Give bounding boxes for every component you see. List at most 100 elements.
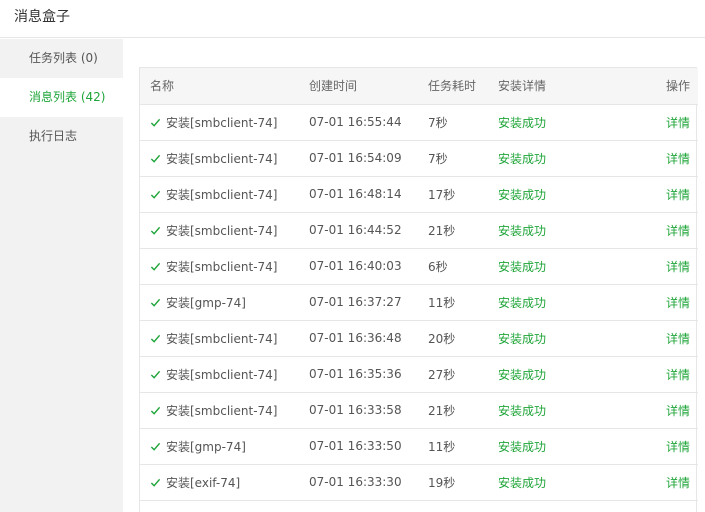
detail-link[interactable]: 详情	[666, 440, 690, 454]
task-name: 安装[smbclient-74]	[166, 403, 278, 418]
table-row: 安装[exif-74] 07-01 16:33:30 19秒 安装成功 详情	[140, 464, 698, 501]
task-duration: 21秒	[428, 392, 498, 429]
sidebar-item-message-list[interactable]: 消息列表 (42)	[0, 78, 123, 117]
detail-link[interactable]: 详情	[666, 404, 690, 418]
row-name-cell: 安装[smbclient-74]	[140, 356, 309, 393]
created-time: 07-01 16:37:27	[309, 284, 428, 321]
check-icon	[150, 478, 161, 487]
check-icon	[150, 226, 161, 235]
created-time: 07-01 16:40:03	[309, 248, 428, 285]
detail-link[interactable]: 详情	[666, 332, 690, 346]
created-time: 07-01 16:36:48	[309, 320, 428, 357]
task-duration: 19秒	[428, 464, 498, 501]
row-action-cell: 详情	[618, 320, 698, 357]
check-icon	[150, 298, 161, 307]
task-name: 安装[gmp-74]	[166, 439, 246, 454]
check-icon	[150, 154, 161, 163]
row-action-cell: 详情	[618, 356, 698, 393]
task-duration: 7秒	[428, 140, 498, 177]
table-header-row: 名称 创建时间 任务耗时 安装详情 操作	[140, 68, 698, 105]
task-duration: 11秒	[428, 428, 498, 465]
table-row: 安装[smbclient-74] 07-01 16:48:14 17秒 安装成功 详情	[140, 176, 698, 213]
install-status: 安装成功	[498, 356, 618, 393]
column-header-action: 操作	[618, 68, 698, 105]
column-header-detail: 安装详情	[498, 68, 618, 105]
detail-link[interactable]: 详情	[666, 188, 690, 202]
task-duration: 21秒	[428, 212, 498, 249]
check-icon	[150, 370, 161, 379]
sidebar: 任务列表 (0) 消息列表 (42) 执行日志	[0, 39, 123, 512]
table-row: 安装[smbclient-74] 07-01 16:33:58 21秒 安装成功 详情	[140, 392, 698, 429]
row-name-cell: 安装[smbclient-74]	[140, 248, 309, 285]
row-name-cell: 安装[smbclient-74]	[140, 392, 309, 429]
install-status: 安装成功	[498, 428, 618, 465]
table-row: 安装[smbclient-74] 07-01 16:44:52 21秒 安装成功 详情	[140, 212, 698, 249]
message-table-container: 名称 创建时间 任务耗时 安装详情 操作 安装[smbclient-74] 07-…	[139, 67, 698, 512]
row-name-cell: 安装[smbclient-74]	[140, 212, 309, 249]
created-time: 07-01 16:33:58	[309, 392, 428, 429]
row-action-cell: 详情	[618, 284, 698, 321]
install-status: 安装成功	[498, 248, 618, 285]
table-row: 安装[smbclient-74] 07-01 16:55:44 7秒 安装成功 详情	[140, 104, 698, 141]
task-name: 安装[smbclient-74]	[166, 151, 278, 166]
column-header-name: 名称	[140, 68, 309, 105]
detail-link[interactable]: 详情	[666, 116, 690, 130]
row-action-cell: 详情	[618, 104, 698, 141]
install-status: 安装成功	[498, 320, 618, 357]
install-status: 安装成功	[498, 464, 618, 501]
row-name-cell: 安装[gmp-74]	[140, 428, 309, 465]
task-name: 安装[smbclient-74]	[166, 187, 278, 202]
created-time: 07-01 16:48:14	[309, 176, 428, 213]
table-row: 安装[gmp-74] 07-01 16:37:27 11秒 安装成功 详情	[140, 284, 698, 321]
table-row: 安装[smbclient-74] 07-01 16:40:03 6秒 安装成功 详情	[140, 248, 698, 285]
task-duration: 6秒	[428, 248, 498, 285]
detail-link[interactable]: 详情	[666, 296, 690, 310]
sidebar-item-task-list[interactable]: 任务列表 (0)	[0, 39, 123, 78]
sidebar-item-execution-log[interactable]: 执行日志	[0, 117, 123, 156]
install-status: 安装成功	[498, 176, 618, 213]
table-row: 安装[smbclient-74] 07-01 16:36:48 20秒 安装成功 详情	[140, 320, 698, 357]
table-row: 安装[smbclient-74] 07-01 16:35:36 27秒 安装成功 详情	[140, 356, 698, 393]
check-icon	[150, 118, 161, 127]
row-name-cell: 安装[smbclient-74]	[140, 140, 309, 177]
check-icon	[150, 406, 161, 415]
task-duration: 20秒	[428, 320, 498, 357]
created-time: 07-01 16:44:52	[309, 212, 428, 249]
install-status: 安装成功	[498, 392, 618, 429]
task-duration: 27秒	[428, 356, 498, 393]
created-time: 07-01 16:55:44	[309, 104, 428, 141]
window-title: 消息盒子	[0, 0, 705, 38]
task-duration: 17秒	[428, 176, 498, 213]
detail-link[interactable]: 详情	[666, 476, 690, 490]
row-action-cell: 详情	[618, 212, 698, 249]
table-row: 安装[gmp-74] 07-01 16:33:50 11秒 安装成功 详情	[140, 428, 698, 465]
table-row: 安装[smbclient-74] 07-01 16:54:09 7秒 安装成功 详情	[140, 140, 698, 177]
row-name-cell: 安装[exif-74]	[140, 464, 309, 501]
created-time: 07-01 16:35:36	[309, 356, 428, 393]
task-name: 安装[exif-74]	[166, 475, 241, 490]
install-status: 安装成功	[498, 104, 618, 141]
row-name-cell: 安装[smbclient-74]	[140, 320, 309, 357]
row-name-cell: 安装[gmp-74]	[140, 284, 309, 321]
check-icon	[150, 442, 161, 451]
row-name-cell: 安装[smbclient-74]	[140, 176, 309, 213]
task-name: 安装[smbclient-74]	[166, 223, 278, 238]
row-action-cell: 详情	[618, 428, 698, 465]
row-action-cell: 详情	[618, 176, 698, 213]
install-status: 安装成功	[498, 140, 618, 177]
main-panel: 名称 创建时间 任务耗时 安装详情 操作 安装[smbclient-74] 07-…	[123, 39, 705, 512]
task-name: 安装[smbclient-74]	[166, 259, 278, 274]
install-status: 安装成功	[498, 284, 618, 321]
detail-link[interactable]: 详情	[666, 368, 690, 382]
table-body: 安装[smbclient-74] 07-01 16:55:44 7秒 安装成功 详情 安装…	[140, 104, 698, 501]
detail-link[interactable]: 详情	[666, 152, 690, 166]
check-icon	[150, 334, 161, 343]
check-icon	[150, 262, 161, 271]
row-action-cell: 详情	[618, 392, 698, 429]
task-name: 安装[smbclient-74]	[166, 115, 278, 130]
detail-link[interactable]: 详情	[666, 224, 690, 238]
task-duration: 11秒	[428, 284, 498, 321]
detail-link[interactable]: 详情	[666, 260, 690, 274]
created-time: 07-01 16:33:30	[309, 464, 428, 501]
column-header-created: 创建时间	[309, 68, 428, 105]
